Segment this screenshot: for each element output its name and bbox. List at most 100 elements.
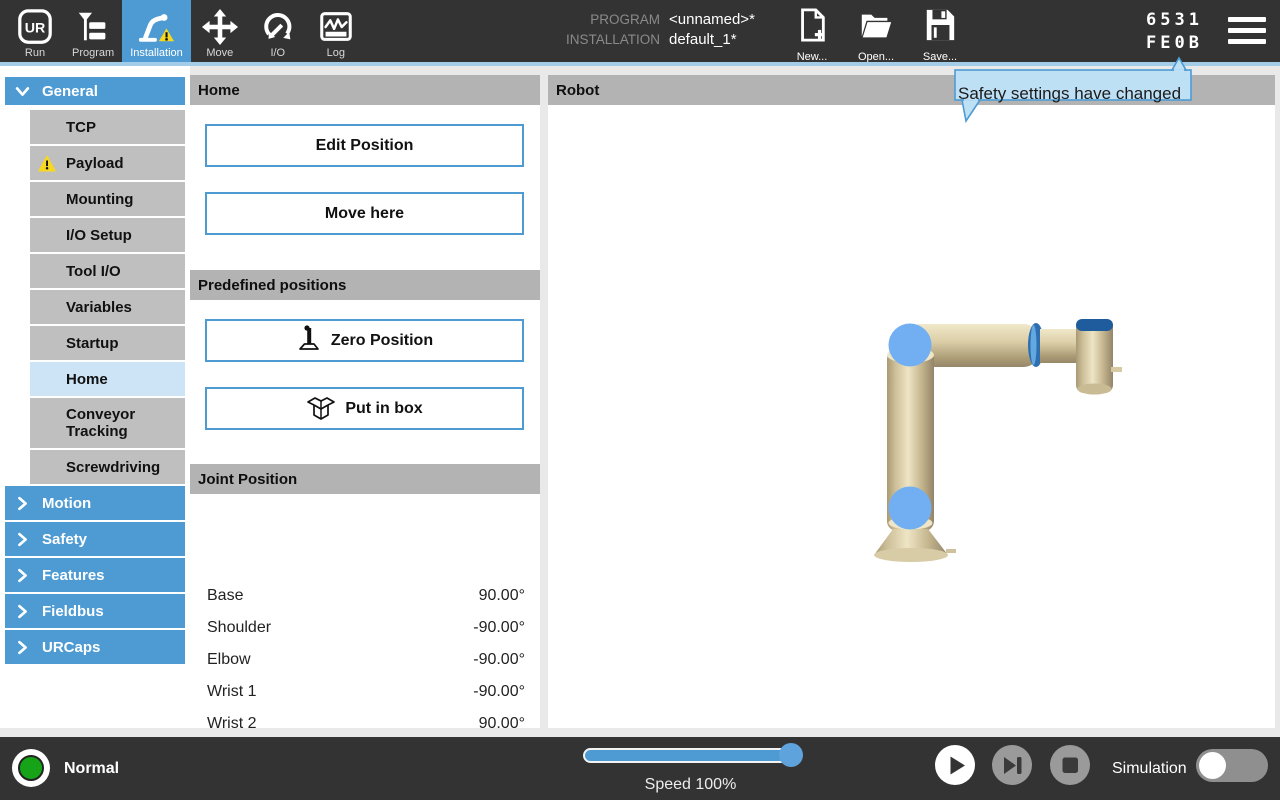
panel-header-home: Home <box>190 75 540 105</box>
program-label: PROGRAM <box>556 12 660 27</box>
joint-row-shoulder: Shoulder -90.00° <box>190 612 540 644</box>
save-icon <box>923 7 957 48</box>
zero-position-robot-icon <box>296 324 322 357</box>
joint-row-wrist2: Wrist 2 90.00° <box>190 708 540 740</box>
sidebar-item-io-setup[interactable]: I/O Setup <box>30 218 185 252</box>
sidebar-section-urcaps[interactable]: URCaps <box>5 630 185 664</box>
sidebar: General TCP Payload Mounting I/O Setup T… <box>0 66 190 728</box>
robot-3d-view <box>548 105 1275 733</box>
menu-button[interactable] <box>1228 17 1266 50</box>
joint-value: 90.00° <box>479 715 525 733</box>
step-button[interactable] <box>992 745 1032 785</box>
zero-position-button[interactable]: Zero Position <box>205 319 524 362</box>
warning-icon <box>38 155 56 176</box>
simulation-toggle[interactable] <box>1196 749 1268 782</box>
chevron-right-icon <box>14 495 31 512</box>
file-actions: New... Open... <box>780 7 972 63</box>
polyscope-app: UR Run Program <box>0 0 1280 800</box>
tab-installation[interactable]: Installation <box>122 0 191 62</box>
open-button[interactable]: Open... <box>844 7 908 63</box>
joint-row-wrist1: Wrist 1 -90.00° <box>190 676 540 708</box>
move-arrows-icon <box>201 8 239 46</box>
chevron-right-icon <box>14 639 31 656</box>
installation-label: INSTALLATION <box>556 32 660 47</box>
sidebar-item-startup[interactable]: Startup <box>30 326 185 360</box>
joint-name: Elbow <box>207 651 473 669</box>
joint-row-elbow: Elbow -90.00° <box>190 644 540 676</box>
tab-installation-label: Installation <box>130 47 183 60</box>
tab-log[interactable]: Log <box>307 0 365 62</box>
joint-name: Wrist 1 <box>207 683 473 701</box>
tab-program[interactable]: Program <box>64 0 122 62</box>
home-panel: Home Edit Position Move here Predefined … <box>190 75 540 728</box>
edit-position-button[interactable]: Edit Position <box>205 124 524 167</box>
main-tabs: UR Run Program <box>6 0 365 62</box>
sidebar-section-general-label: General <box>42 83 98 100</box>
panel-header-joint-position: Joint Position <box>190 464 540 494</box>
stop-icon <box>1050 745 1090 785</box>
tab-run[interactable]: UR Run <box>6 0 64 62</box>
open-folder-icon <box>858 7 894 48</box>
tab-move[interactable]: Move <box>191 0 249 62</box>
speed-slider-handle[interactable] <box>779 743 803 767</box>
base-joint-marker <box>889 487 932 530</box>
sidebar-item-variables[interactable]: Variables <box>30 290 185 324</box>
program-tree-icon <box>74 8 112 46</box>
sidebar-item-payload[interactable]: Payload <box>30 146 185 180</box>
tab-move-label: Move <box>206 47 233 60</box>
sidebar-item-tool-io[interactable]: Tool I/O <box>30 254 185 288</box>
joint-value: -90.00° <box>473 651 525 669</box>
chevron-right-icon <box>14 531 31 548</box>
program-name: <unnamed>* <box>669 11 755 28</box>
simulation-label: Simulation <box>1112 737 1187 800</box>
ur-logo-icon: UR <box>16 8 54 46</box>
status-indicator-icon[interactable] <box>12 749 50 787</box>
checksum-line2: FE0B <box>1146 32 1203 55</box>
tab-program-label: Program <box>72 47 114 60</box>
sidebar-section-safety[interactable]: Safety <box>5 522 185 556</box>
chevron-down-icon <box>14 83 31 100</box>
sidebar-section-general[interactable]: General <box>5 77 185 105</box>
robot-panel: Robot <box>548 75 1275 728</box>
sidebar-item-mounting[interactable]: Mounting <box>30 182 185 216</box>
move-here-button[interactable]: Move here <box>205 192 524 235</box>
io-arrows-icon <box>259 8 297 46</box>
bottombar: Normal Speed 100% Simulation <box>0 737 1280 800</box>
simulation-toggle-knob <box>1199 752 1226 779</box>
tab-io-label: I/O <box>270 47 285 60</box>
sidebar-section-features[interactable]: Features <box>5 558 185 592</box>
tab-log-label: Log <box>327 47 345 60</box>
installation-name: default_1* <box>669 31 737 48</box>
sidebar-item-screwdriving[interactable]: Screwdriving <box>30 450 185 484</box>
speed-label: Speed 100% <box>583 776 798 794</box>
speed-slider[interactable] <box>583 748 798 763</box>
log-monitor-icon <box>317 8 355 46</box>
status-label: Normal <box>64 737 119 800</box>
sidebar-section-motion[interactable]: Motion <box>5 486 185 520</box>
play-button[interactable] <box>935 745 975 785</box>
robot-warning-icon <box>137 8 175 46</box>
sidebar-item-home[interactable]: Home <box>30 362 185 396</box>
chevron-right-icon <box>14 567 31 584</box>
joint-row-base: Base 90.00° <box>190 580 540 612</box>
tab-io[interactable]: I/O <box>249 0 307 62</box>
checksum-line1: 6531 <box>1146 9 1203 32</box>
joint-value: 90.00° <box>479 587 525 605</box>
tab-run-label: Run <box>25 47 45 60</box>
new-button[interactable]: New... <box>780 7 844 63</box>
put-in-box-button[interactable]: Put in box <box>205 387 524 430</box>
sidebar-item-conveyor-tracking[interactable]: Conveyor Tracking <box>30 398 185 448</box>
step-forward-icon <box>992 745 1032 785</box>
chevron-right-icon <box>14 603 31 620</box>
joint-name: Base <box>207 587 479 605</box>
joint-name: Shoulder <box>207 619 473 637</box>
topbar: UR Run Program <box>0 0 1280 62</box>
stop-button[interactable] <box>1050 745 1090 785</box>
home-panel-title: Home <box>198 82 240 99</box>
play-icon <box>935 745 975 785</box>
file-info: PROGRAM <unnamed>* INSTALLATION default_… <box>556 11 755 51</box>
sidebar-item-tcp[interactable]: TCP <box>30 110 185 144</box>
save-button[interactable]: Save... <box>908 7 972 63</box>
sidebar-section-fieldbus[interactable]: Fieldbus <box>5 594 185 628</box>
shoulder-joint-marker <box>889 324 932 367</box>
